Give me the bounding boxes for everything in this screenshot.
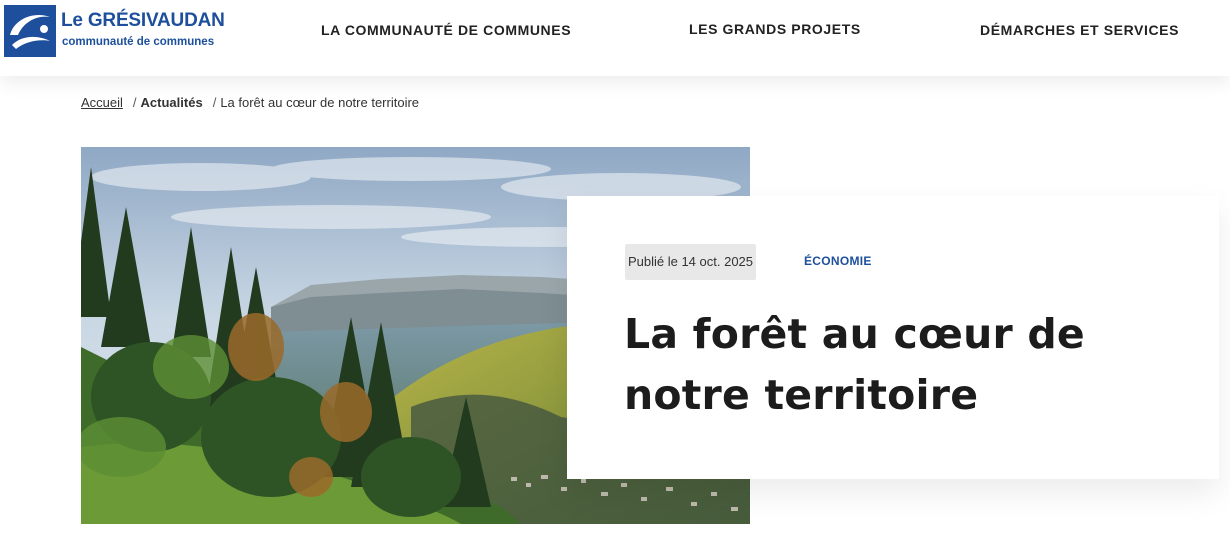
breadcrumb-home-link[interactable]: Accueil [81,95,123,110]
published-date-badge: Publié le 14 oct. 2025 [625,244,756,280]
logo-emblem-icon [4,5,56,57]
site-logo[interactable]: Le GRÉSIVAUDAN communauté de communes [4,5,225,59]
nav-item-demarches[interactable]: DÉMARCHES ET SERVICES [980,22,1179,38]
logo-subtitle: communauté de communes [62,36,215,48]
breadcrumb-separator: / [132,95,137,110]
category-tag[interactable]: ÉCONOMIE [804,254,872,268]
nav-item-communaute[interactable]: LA COMMUNAUTÉ DE COMMUNES [321,22,571,38]
article-header-card: Publié le 14 oct. 2025 ÉCONOMIE La forêt… [567,196,1219,479]
breadcrumb-separator: / [212,95,217,110]
article-title: La forêt au cœur de notre territoire [624,310,1085,419]
breadcrumb-section-link[interactable]: Actualités [141,95,203,110]
breadcrumb: Accueil / Actualités / La forêt au cœur de n… [81,95,419,110]
breadcrumb-current: La forêt au cœur de notre territoire [220,95,420,110]
nav-item-grands-projets[interactable]: LES GRANDS PROJETS [689,21,861,37]
logo-title: Le GRÉSIVAUDAN [61,10,225,31]
site-header: Le GRÉSIVAUDAN communauté de communes LA… [0,0,1230,76]
